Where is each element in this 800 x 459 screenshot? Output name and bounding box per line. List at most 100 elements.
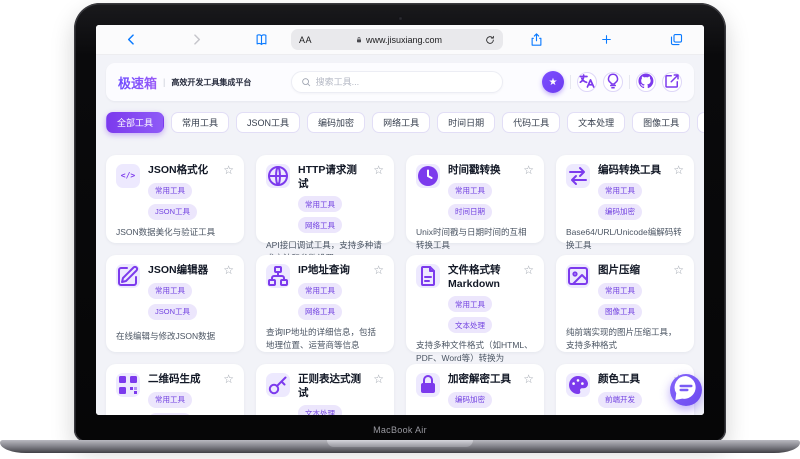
favorite-star-icon[interactable]: ☆ xyxy=(373,164,384,233)
site-tagline: 高效开发工具集成平台 xyxy=(171,77,252,87)
image-icon xyxy=(566,264,590,288)
share-site-button[interactable] xyxy=(661,72,682,92)
share-icon[interactable] xyxy=(529,32,544,47)
tab-label: JSON工具 xyxy=(247,118,290,128)
tool-title: 编码转换工具 xyxy=(598,164,661,176)
tool-tag: 常用工具 xyxy=(298,196,342,213)
logo-separator: | xyxy=(163,77,166,87)
tool-description: 在线编辑与修改JSON数据 xyxy=(116,330,216,341)
globe-icon xyxy=(266,164,290,188)
code-icon: </> xyxy=(116,164,140,188)
tab-overview-icon[interactable] xyxy=(669,32,684,47)
favorites-button[interactable]: ★ xyxy=(541,71,564,93)
tool-card[interactable]: 二维码生成 常用工具图像工具 ☆ xyxy=(106,364,244,415)
browser-toolbar: AA www.jisuxiang.com xyxy=(96,25,704,55)
base-notch xyxy=(327,440,473,447)
card-head: 文件格式转Markdown 常用工具 文本处理 ☆ xyxy=(416,264,534,334)
tool-tags: 编码加密 xyxy=(448,391,511,408)
category-tab-前端开发[interactable]: 前端开发 xyxy=(697,112,704,133)
language-button[interactable] xyxy=(576,72,597,93)
key-icon xyxy=(266,373,290,397)
card-head: </> JSON格式化 常用工具 JSON工具 ☆ xyxy=(116,164,234,220)
tool-card[interactable]: JSON编辑器 常用工具 JSON工具 ☆ 在线编辑与修改JSON数据 xyxy=(106,255,244,352)
tool-title: 正则表达式测试 xyxy=(298,373,361,399)
category-tab-常用工具[interactable]: 常用工具 xyxy=(171,112,230,133)
tool-description: 纯前端实现的图片压缩工具，支持多种格式 xyxy=(566,326,677,350)
tool-card[interactable]: 正则表达式测试 文本处理 ☆ xyxy=(256,364,394,415)
favorite-star-icon[interactable]: ☆ xyxy=(373,264,384,320)
github-icon xyxy=(637,72,655,93)
tool-tag: 常用工具 xyxy=(148,391,192,408)
tool-tag: 常用工具 xyxy=(598,282,642,299)
tool-description: Unix时间戳与日期时间的互相转换工具 xyxy=(416,226,527,250)
tool-title: JSON编辑器 xyxy=(148,264,209,276)
category-tab-网络工具[interactable]: 网络工具 xyxy=(372,112,431,133)
card-main: 文件格式转Markdown 常用工具 文本处理 xyxy=(448,264,511,334)
card-head: 二维码生成 常用工具图像工具 ☆ xyxy=(116,373,234,415)
tool-card[interactable]: 编码转换工具 常用工具 编码加密 ☆ Base64/URL/Unicode编解码转… xyxy=(556,155,694,250)
card-head: HTTP请求测试 常用工具 网络工具 ☆ xyxy=(266,164,384,234)
tool-card[interactable]: </> JSON格式化 常用工具 JSON工具 ☆ JSON数据美化与验证工具 xyxy=(106,155,244,243)
tool-card[interactable]: 图片压缩 常用工具 图像工具 ☆ 纯前端实现的图片压缩工具，支持多种格式 xyxy=(556,255,694,352)
tool-tag: 常用工具 xyxy=(598,182,642,199)
translate-icon xyxy=(578,72,596,93)
new-tab-icon[interactable] xyxy=(600,33,613,46)
site-header: 极速箱 | 高效开发工具集成平台 ★ xyxy=(106,63,694,101)
theme-button[interactable] xyxy=(602,72,623,93)
favorite-star-icon[interactable]: ☆ xyxy=(523,373,534,408)
lightbulb-icon xyxy=(604,72,622,93)
github-button[interactable] xyxy=(635,72,656,93)
favorite-star-icon[interactable]: ☆ xyxy=(223,264,234,320)
chat-fab-button[interactable] xyxy=(670,374,702,406)
category-tab-文本处理[interactable]: 文本处理 xyxy=(567,112,626,133)
tool-tag: 时间日期 xyxy=(448,203,492,220)
card-main: JSON格式化 常用工具 JSON工具 xyxy=(148,164,211,220)
tool-tag: JSON工具 xyxy=(148,203,198,220)
forward-icon[interactable] xyxy=(189,32,204,47)
search-input[interactable] xyxy=(315,77,493,87)
favorite-star-icon[interactable]: ☆ xyxy=(223,164,234,220)
category-tab-JSON工具[interactable]: JSON工具 xyxy=(236,112,301,133)
card-head: 时间戳转换 常用工具 时间日期 ☆ xyxy=(416,164,534,220)
tool-card[interactable]: HTTP请求测试 常用工具网络工具 ☆ API接口调试工具，支持多种请求方法和参… xyxy=(256,155,394,263)
swap-icon xyxy=(566,164,590,188)
chat-bubble-icon xyxy=(670,372,702,409)
favorite-star-icon[interactable]: ☆ xyxy=(673,264,684,320)
category-tab-图像工具[interactable]: 图像工具 xyxy=(632,112,691,133)
search-box[interactable] xyxy=(290,71,503,93)
tool-tags: 前端开发 xyxy=(598,391,661,408)
favorite-star-icon[interactable]: ☆ xyxy=(523,164,534,220)
tool-tags: 常用工具 网络工具 xyxy=(298,196,361,234)
card-main: 二维码生成 常用工具图像工具 xyxy=(148,373,211,415)
favorite-star-icon[interactable]: ☆ xyxy=(523,264,534,333)
tool-tags: 常用工具 文本处理 xyxy=(448,296,511,334)
tool-card[interactable]: IP地址查询 常用工具 网络工具 ☆ 查询IP地址的详细信息，包括地理位置、运营商… xyxy=(256,255,394,352)
favorite-star-icon[interactable]: ☆ xyxy=(223,373,234,415)
tool-title: 颜色工具 xyxy=(598,373,640,385)
tool-title: IP地址查询 xyxy=(298,264,350,276)
favorite-star-icon[interactable]: ☆ xyxy=(373,373,384,415)
card-head: 加密解密工具 编码加密 ☆ xyxy=(416,373,534,408)
tool-card[interactable]: 时间戳转换 常用工具 时间日期 ☆ Unix时间戳与日期时间的互相转换工具 xyxy=(406,155,544,250)
site-logo[interactable]: 极速箱 xyxy=(118,73,157,92)
reader-mode-button[interactable]: AA xyxy=(299,35,312,45)
refresh-icon[interactable] xyxy=(485,35,495,45)
category-tab-全部工具[interactable]: 全部工具 xyxy=(106,112,165,133)
address-bar[interactable]: AA www.jisuxiang.com xyxy=(291,29,503,50)
back-icon[interactable] xyxy=(124,32,139,47)
category-tabs: 全部工具 常用工具 JSON工具 编码加密 网络工具 时间日期 代码工具 文本处… xyxy=(106,112,704,133)
lock-icon xyxy=(416,373,440,397)
tool-card[interactable]: 文件格式转Markdown 常用工具 文本处理 ☆ 支持多种文件格式（如HTML、… xyxy=(406,255,544,377)
card-head: IP地址查询 常用工具 网络工具 ☆ xyxy=(266,264,384,320)
tab-label: 代码工具 xyxy=(513,118,550,128)
category-tab-编码加密[interactable]: 编码加密 xyxy=(307,112,366,133)
tool-tag: JSON工具 xyxy=(148,303,198,320)
favorite-star-icon[interactable]: ☆ xyxy=(673,164,684,220)
bookmarks-icon[interactable] xyxy=(254,32,269,47)
category-tab-代码工具[interactable]: 代码工具 xyxy=(502,112,561,133)
card-head: 编码转换工具 常用工具 编码加密 ☆ xyxy=(566,164,684,220)
tool-card[interactable]: 加密解密工具 编码加密 ☆ xyxy=(406,364,544,415)
category-tab-时间日期[interactable]: 时间日期 xyxy=(437,112,496,133)
network-icon xyxy=(266,264,290,288)
card-head: 图片压缩 常用工具 图像工具 ☆ xyxy=(566,264,684,320)
